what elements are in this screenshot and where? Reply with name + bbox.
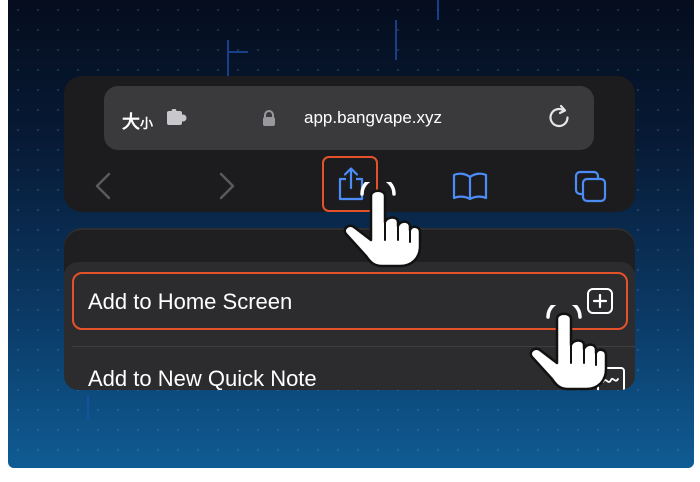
reload-icon[interactable] — [547, 104, 573, 132]
tap-hand-icon — [343, 182, 422, 268]
address-bar[interactable]: 大小 app.bangvape.xyz — [104, 86, 594, 150]
add-to-quick-note-label: Add to New Quick Note — [88, 366, 317, 390]
forward-chevron-icon[interactable] — [218, 172, 236, 200]
text-size-label: 大 — [122, 112, 140, 133]
back-chevron-icon[interactable] — [94, 172, 112, 200]
url-text[interactable]: app.bangvape.xyz — [304, 108, 442, 128]
tap-hand-icon — [529, 305, 608, 391]
extension-puzzle-icon[interactable] — [166, 109, 188, 127]
bookmarks-book-icon[interactable] — [452, 172, 488, 200]
text-size-button[interactable]: 大小 — [122, 108, 153, 134]
tutorial-frame: 大小 app.bangvape.xyz Add to Home Screen A… — [8, 0, 694, 468]
tabs-overview-icon[interactable] — [574, 170, 608, 204]
lock-icon — [263, 110, 275, 126]
text-size-label-small: 小 — [140, 117, 154, 132]
add-to-home-screen-label: Add to Home Screen — [88, 289, 293, 314]
